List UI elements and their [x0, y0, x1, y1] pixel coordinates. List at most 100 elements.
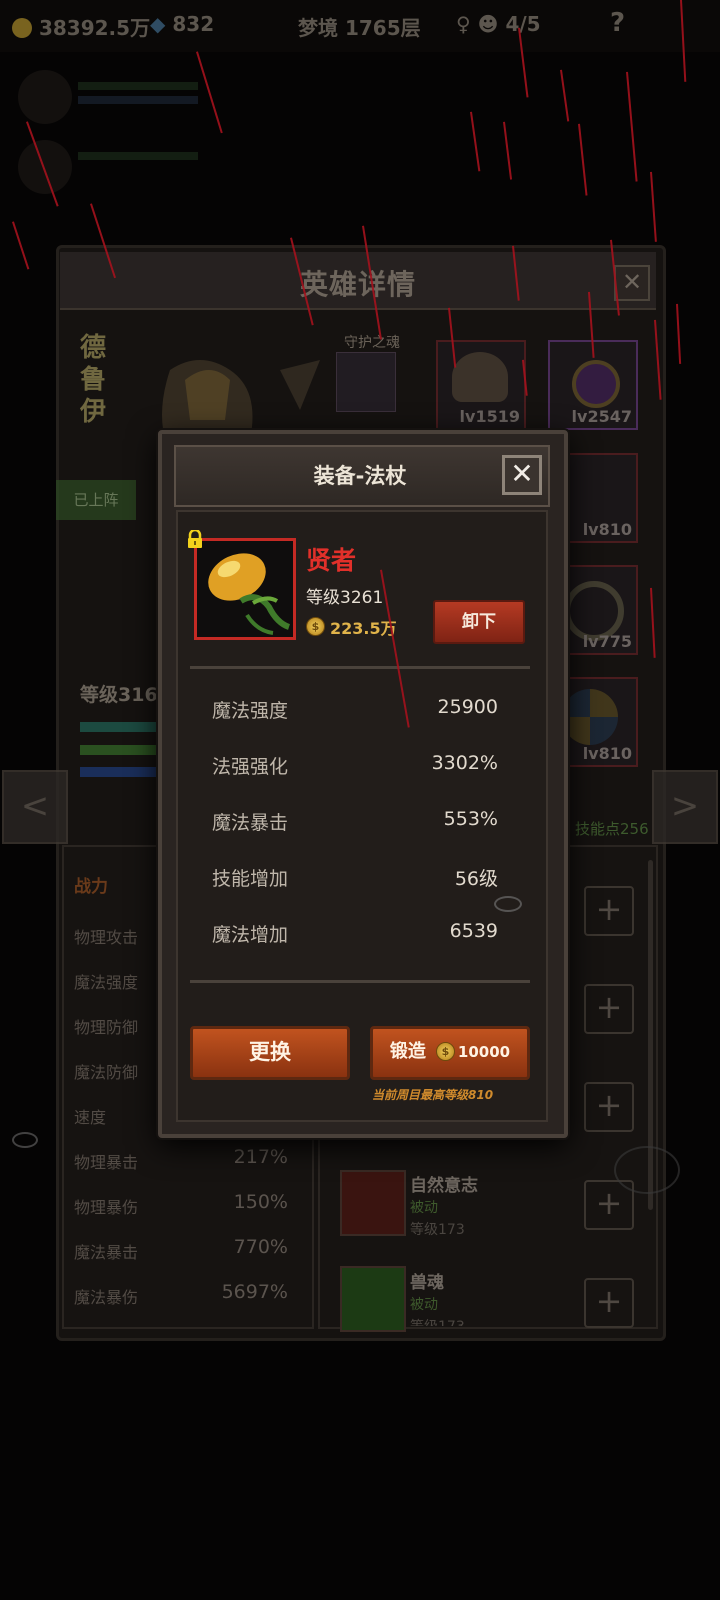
slot-level: lv810 [582, 520, 632, 539]
stat-value: 217% [233, 1146, 288, 1168]
stat-label: 魔法强度 [74, 973, 139, 992]
slot-level: lv2547 [571, 407, 632, 426]
next-hero-button[interactable]: > [652, 770, 718, 844]
stat-label: 魔法暴伤 [74, 1288, 139, 1307]
rain-streak [650, 171, 657, 242]
stat-label-power: 战力 [74, 877, 108, 897]
attribute-label: 魔法暴击 [212, 812, 289, 834]
rain-streak [196, 51, 223, 134]
skull-icon: ☻ [477, 12, 499, 36]
gold-coin-icon [12, 18, 32, 38]
mp-bar [80, 767, 160, 777]
slot-level: lv1519 [459, 407, 520, 426]
stat-label: 物理暴伤 [74, 1198, 139, 1217]
slot-level: lv810 [582, 744, 632, 763]
forge-cost: 10000 [457, 1043, 511, 1061]
hero-avatar-icon [18, 140, 72, 194]
rain-streak [626, 71, 638, 182]
hero-level: 等级316 [80, 684, 158, 706]
attribute-value: 3302% [431, 752, 498, 774]
stat-value: 150% [233, 1191, 288, 1213]
attribute-label: 技能增加 [212, 868, 289, 890]
key-counter: ♀ ☻ 4/5 [456, 12, 541, 36]
shield-icon [562, 689, 618, 745]
rain-streak [503, 121, 513, 180]
hp-bar [78, 82, 198, 90]
mp-bar [78, 96, 198, 104]
stat-value: 770% [233, 1236, 288, 1258]
stat-value: 5697% [221, 1281, 288, 1303]
hp-bar [80, 745, 160, 755]
key-icon: ♀ [456, 12, 471, 36]
forge-button[interactable]: 锻造 $10000 [370, 1026, 530, 1080]
guardian-soul-slot[interactable] [336, 352, 396, 412]
dream-floor: 梦境 1765层 [298, 16, 421, 40]
paw-print-icon [340, 1170, 406, 1236]
gem-icon: ◆ [150, 12, 166, 36]
unequip-button[interactable]: 卸下 [433, 600, 525, 644]
item-icon-frame[interactable] [194, 538, 296, 640]
item-name: 贤者 [306, 546, 357, 575]
item-level: 等级3261 [306, 588, 384, 608]
hero-detail-title: 英雄详情 [300, 268, 417, 301]
item-price: 223.5万 [330, 619, 397, 638]
attribute-value: 56级 [454, 868, 498, 890]
divider [190, 980, 530, 983]
splash-ring [494, 896, 522, 912]
close-icon: ✕ [510, 457, 534, 490]
attribute-value: 6539 [449, 920, 498, 942]
skill-points: 技能点256 [575, 820, 649, 838]
exp-bar [80, 722, 160, 732]
help-button[interactable]: ? [610, 8, 625, 38]
rain-streak [578, 123, 588, 196]
hero-name: 德鲁伊 [80, 333, 107, 427]
slot-level: lv775 [582, 632, 632, 651]
attribute-label: 法强强化 [212, 756, 289, 778]
skill-upgrade-button[interactable]: + [584, 1082, 634, 1132]
stat-label: 速度 [74, 1108, 107, 1127]
skill-name: 自然意志 [410, 1176, 478, 1196]
rain-streak [12, 221, 30, 270]
gold-amount: 38392.5万 [38, 16, 151, 40]
spiral-icon [340, 1266, 406, 1332]
lock-icon[interactable] [186, 530, 204, 548]
forge-label: 锻造 [389, 1041, 426, 1062]
skill-type: 被动 [410, 1297, 438, 1313]
rain-streak [560, 69, 570, 122]
key-amount: 4/5 [505, 12, 541, 36]
guardian-soul-label: 守护之魂 [344, 335, 400, 351]
skill-level: 等级173 [410, 1222, 465, 1238]
gem-amount: 832 [172, 12, 215, 36]
hero-detail-close-button[interactable]: ✕ [614, 265, 650, 301]
skill-upgrade-button[interactable]: + [584, 984, 634, 1034]
stat-label: 魔法暴击 [74, 1243, 139, 1262]
stat-label: 物理攻击 [74, 928, 139, 947]
splash-ring [12, 1132, 38, 1148]
hero-avatar-icon [18, 70, 72, 124]
attribute-label: 魔法强度 [212, 700, 289, 722]
attribute-value: 553% [443, 808, 498, 830]
skill-upgrade-button[interactable]: + [584, 1278, 634, 1328]
modal-close-button[interactable]: ✕ [502, 455, 542, 495]
hp-bar [78, 152, 198, 160]
previous-hero-button[interactable]: < [2, 770, 68, 844]
replace-button[interactable]: 更换 [190, 1026, 350, 1080]
stat-label: 物理暴击 [74, 1153, 139, 1172]
seed-staff-icon [208, 553, 291, 635]
equipment-slot-helmet[interactable]: lv1519 [436, 340, 526, 430]
rain-streak [676, 303, 682, 364]
gem-counter: ◆ 832 [150, 12, 214, 36]
deployed-badge: 已上阵 [56, 480, 136, 520]
gold-coin-icon: $ [306, 617, 325, 636]
rain-streak [470, 111, 481, 172]
stat-label: 魔法防御 [74, 1063, 139, 1082]
helmet-icon [452, 352, 508, 402]
attribute-label: 魔法增加 [212, 924, 289, 946]
divider [190, 666, 530, 669]
gold-coin-icon: $ [435, 1042, 455, 1061]
skill-type: 被动 [410, 1200, 438, 1216]
gold-counter: 38392.5万 [12, 12, 150, 41]
splash-ring [614, 1146, 680, 1194]
skill-upgrade-button[interactable]: + [584, 886, 634, 936]
skill-name: 兽魂 [410, 1273, 444, 1293]
